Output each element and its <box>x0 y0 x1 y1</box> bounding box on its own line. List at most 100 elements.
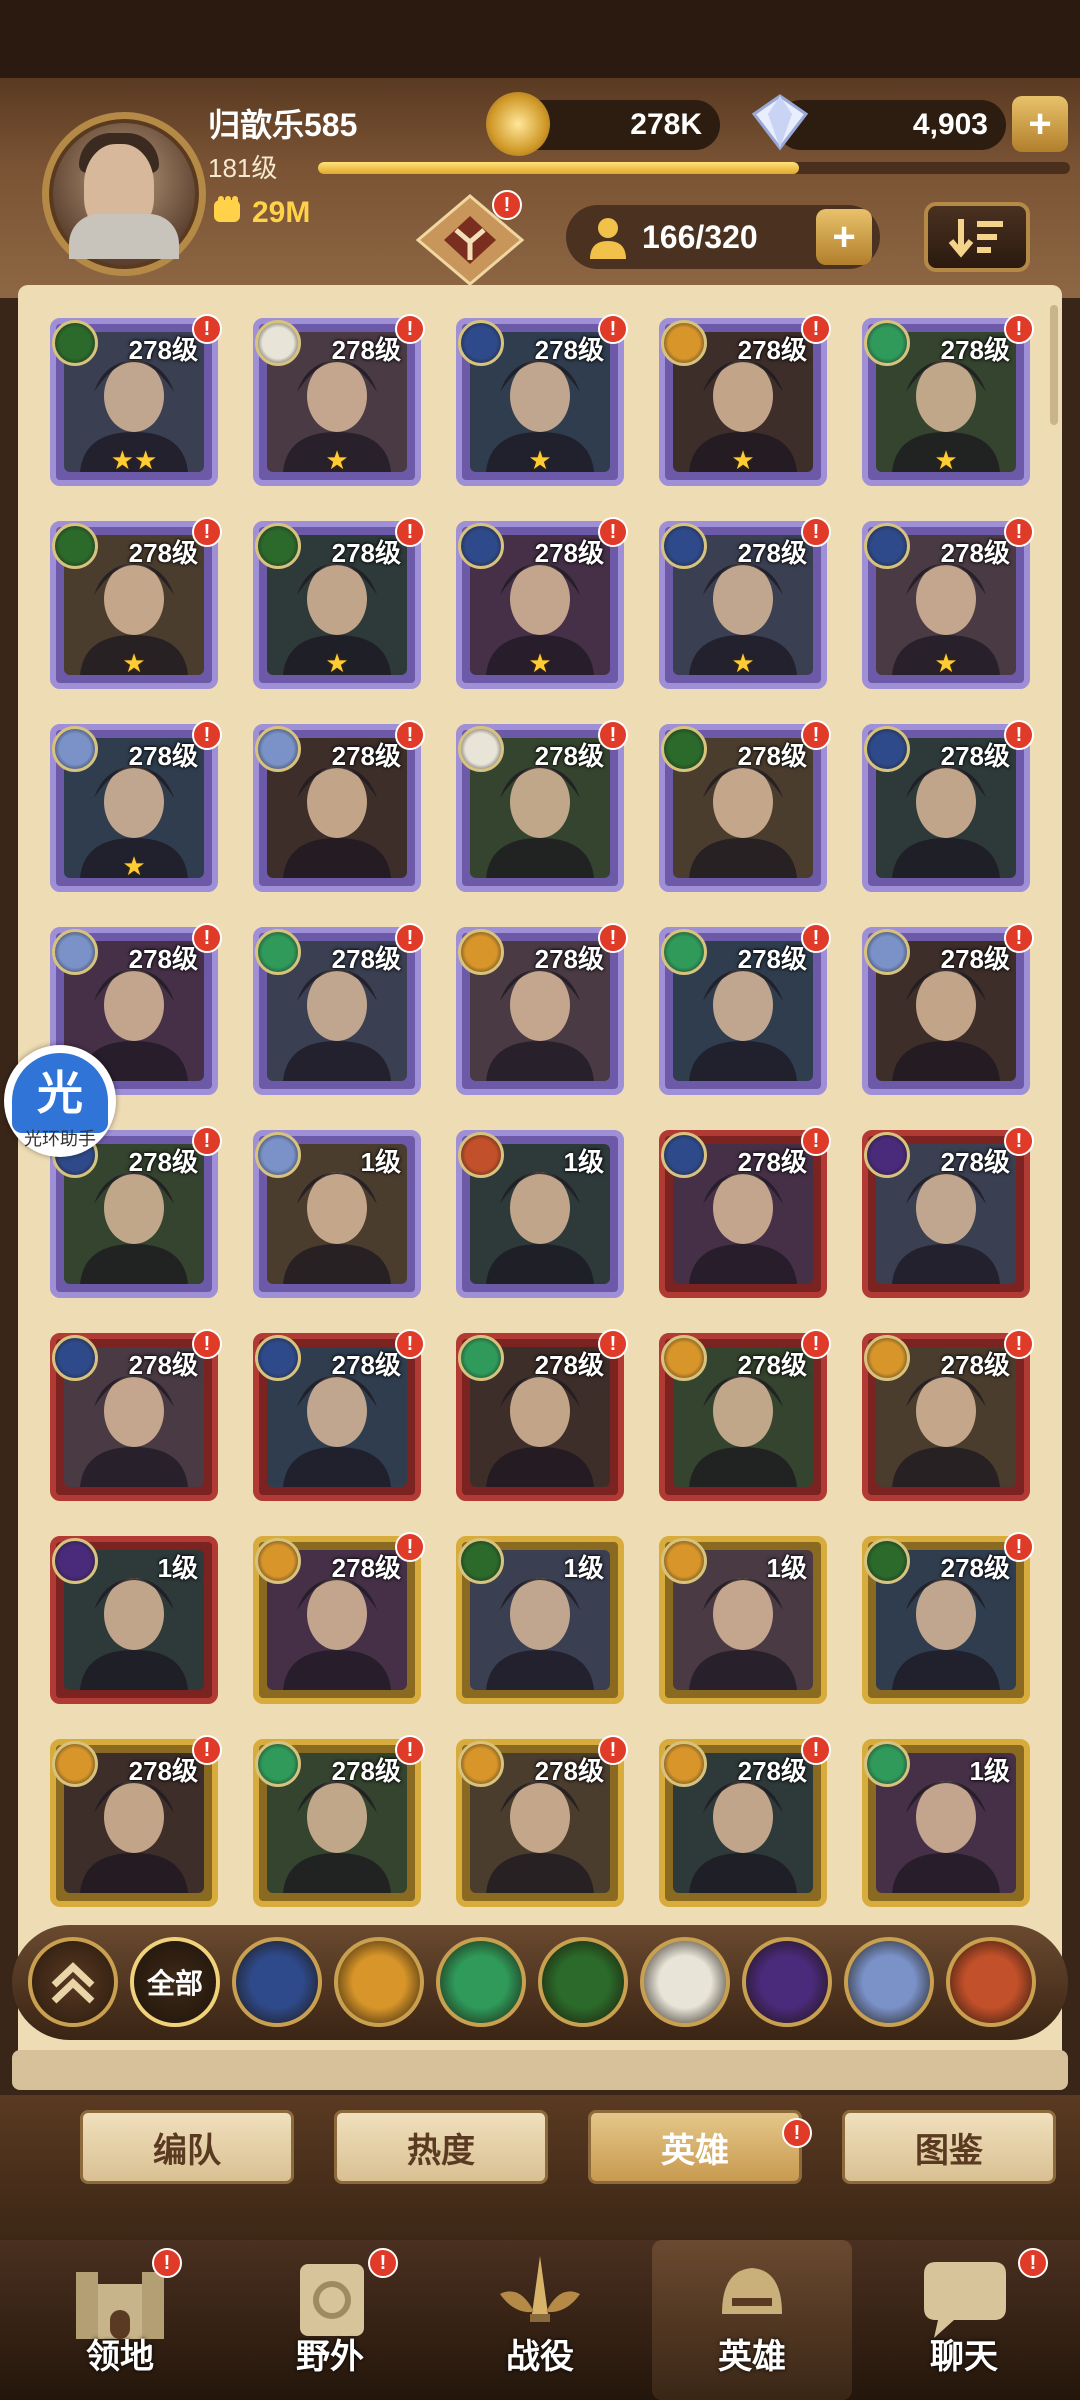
tab-formation[interactable]: 编队 <box>80 2110 294 2184</box>
hero-notification-badge: ! <box>1004 923 1034 953</box>
hero-card[interactable]: 278级! <box>659 1126 831 1298</box>
celestial-faction-icon <box>458 726 504 772</box>
hero-card[interactable]: 278级! <box>253 1329 425 1501</box>
hero-card[interactable]: 278级 ★! <box>253 517 425 689</box>
dimensional-faction-icon <box>52 929 98 975</box>
hero-card[interactable]: 278级 ★! <box>659 517 831 689</box>
hero-notification-badge: ! <box>192 1329 222 1359</box>
hero-notification-badge: ! <box>598 314 628 344</box>
filter-fire-icon[interactable] <box>946 1937 1036 2027</box>
nav-heroes[interactable]: 英雄 <box>652 2240 852 2400</box>
hero-card[interactable]: 278级! <box>456 923 628 1095</box>
hero-card[interactable]: 1级 <box>50 1536 218 1704</box>
hero-card[interactable]: 278级! <box>253 1735 425 1907</box>
hero-card[interactable]: 278级! <box>253 923 425 1095</box>
mauler-faction-icon <box>458 1741 504 1787</box>
hero-notification-badge: ! <box>801 1329 831 1359</box>
hero-notification-badge: ! <box>1004 1532 1034 1562</box>
hero-card[interactable]: 1级 <box>253 1130 421 1298</box>
person-icon <box>590 218 626 259</box>
hero-card[interactable]: 278级! <box>659 1735 831 1907</box>
filter-graveborn-icon[interactable] <box>742 1937 832 2027</box>
helper-floating-button[interactable]: 光 光环助手 <box>4 1045 116 1157</box>
hero-card[interactable]: 278级! <box>862 923 1034 1095</box>
filter-celestial-icon[interactable] <box>640 1937 730 2027</box>
hero-card[interactable]: 278级 ★! <box>50 720 222 892</box>
hero-level: 278级 <box>940 741 1010 771</box>
collapse-button[interactable] <box>28 1937 118 2027</box>
hero-notification-badge: ! <box>801 314 831 344</box>
filter-lightbearer-icon[interactable] <box>232 1937 322 2027</box>
hero-card[interactable]: 1级 <box>456 1130 624 1298</box>
nav-territory[interactable]: 领地 <box>20 2240 220 2400</box>
player-level: 181级 <box>208 153 278 183</box>
wilder-faction-icon <box>255 929 301 975</box>
hero-card[interactable]: 278级! <box>862 1329 1034 1501</box>
tab-codex[interactable]: 图鉴 <box>842 2110 1056 2184</box>
hero-card[interactable]: 278级! <box>50 1329 222 1501</box>
hero-card[interactable]: 278级! <box>50 1735 222 1907</box>
hero-card[interactable]: 278级 ★! <box>862 517 1034 689</box>
nav-wilderness[interactable]: 野外 <box>230 2240 430 2400</box>
hero-card[interactable]: 278级! <box>659 720 831 892</box>
filter-wilder-icon[interactable] <box>436 1937 526 2027</box>
hero-level: 278级 <box>534 1756 604 1786</box>
emblem-notification-badge: ! <box>492 190 522 220</box>
mauler-faction-icon <box>864 1335 910 1381</box>
nav-territory-badge: ! <box>152 2248 182 2278</box>
hero-card[interactable]: 278级! <box>862 1532 1034 1704</box>
hero-card[interactable]: 278级 ★! <box>862 314 1034 486</box>
filter-all-button[interactable]: 全部 <box>130 1937 220 2027</box>
filter-dimensional-icon[interactable] <box>844 1937 934 2027</box>
hero-card[interactable]: 278级! <box>659 923 831 1095</box>
hero-card[interactable]: 278级 ★★! <box>50 314 222 486</box>
player-avatar[interactable] <box>42 112 206 276</box>
hero-card[interactable]: 278级 ★! <box>659 314 831 486</box>
add-gems-button[interactable]: + <box>1012 96 1068 152</box>
hero-level: 278级 <box>940 538 1010 568</box>
hero-card[interactable]: 278级! <box>50 1126 222 1298</box>
hero-card[interactable]: 1级 <box>659 1536 827 1704</box>
hero-card[interactable]: 278级! <box>862 1126 1034 1298</box>
nav-campaign[interactable]: 战役 <box>440 2240 640 2400</box>
hero-level: 278级 <box>128 741 198 771</box>
hero-card[interactable]: 278级! <box>456 1329 628 1501</box>
hero-card[interactable]: 278级 ★! <box>253 314 425 486</box>
hero-level: 278级 <box>534 741 604 771</box>
gold-value: 278K <box>630 108 702 141</box>
filter-forest-icon[interactable] <box>538 1937 628 2027</box>
hero-level: 278级 <box>737 944 807 974</box>
hero-card[interactable]: 278级 ★! <box>50 517 222 689</box>
xp-bar <box>318 162 1070 174</box>
status-bar <box>0 0 1080 78</box>
scrollbar[interactable] <box>1050 305 1058 425</box>
nav-territory-label: 领地 <box>86 2338 154 2376</box>
hero-card[interactable]: 1级 <box>862 1739 1030 1907</box>
hero-card[interactable]: 1级 <box>456 1536 624 1704</box>
filter-mauler-icon[interactable] <box>334 1937 424 2027</box>
divider-strip <box>12 2050 1068 2090</box>
hero-card[interactable]: 278级 ★! <box>456 314 628 486</box>
hero-notification-badge: ! <box>801 1735 831 1765</box>
xp-fill <box>318 162 800 174</box>
hero-notification-badge: ! <box>192 1126 222 1156</box>
hero-stars: ★ <box>122 648 146 678</box>
add-capacity-button[interactable]: + <box>816 209 872 265</box>
tab-popularity[interactable]: 热度 <box>334 2110 548 2184</box>
hero-card[interactable]: 278级! <box>659 1329 831 1501</box>
hero-card[interactable]: 278级! <box>253 720 425 892</box>
hero-card[interactable]: 278级! <box>456 1735 628 1907</box>
sort-button[interactable] <box>924 202 1030 272</box>
helper-label: 光环助手 <box>24 1129 96 1149</box>
hero-card[interactable]: 278级! <box>456 720 628 892</box>
sort-icon <box>948 219 1003 258</box>
hero-card[interactable]: 278级 ★! <box>456 517 628 689</box>
gold-coin-icon <box>486 92 550 156</box>
wilder-faction-icon <box>864 1741 910 1787</box>
graveborn-faction-icon <box>52 1538 98 1584</box>
dimensional-faction-icon <box>255 1132 301 1178</box>
hero-level: 278级 <box>940 1147 1010 1177</box>
tab-heroes[interactable]: 英雄 <box>588 2110 802 2184</box>
hero-card[interactable]: 278级! <box>253 1532 425 1704</box>
hero-card[interactable]: 278级! <box>862 720 1034 892</box>
